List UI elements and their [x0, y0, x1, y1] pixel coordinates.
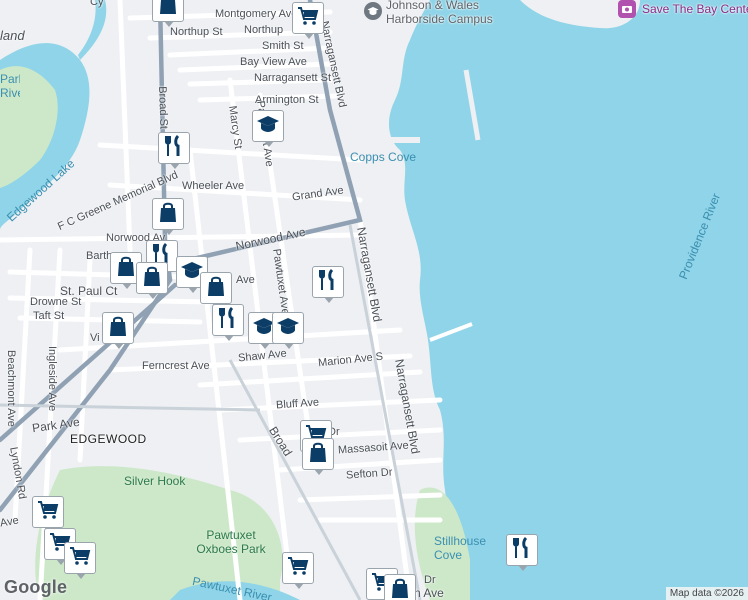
shopping-bag-icon	[156, 200, 180, 229]
map-pin-restaurant[interactable]	[158, 132, 192, 170]
shopping-bag-icon	[388, 576, 412, 600]
shopping-bag-icon	[306, 440, 330, 469]
graduation-cap-icon[interactable]	[364, 2, 382, 20]
map-pin-grocery[interactable]	[282, 552, 316, 590]
map-pin-shopping[interactable]	[152, 198, 186, 236]
shopping-cart-icon	[68, 544, 92, 573]
map-pin-school[interactable]	[272, 312, 306, 350]
shopping-bag-icon	[204, 274, 228, 303]
water-label: Stillhouse Cove	[434, 534, 487, 562]
shopping-cart-icon	[296, 4, 320, 33]
fork-knife-icon	[316, 268, 340, 297]
graduation-cap-icon	[256, 112, 280, 141]
street-label: Wheeler Ave	[182, 180, 245, 192]
street-label: Ave	[236, 274, 255, 286]
map-pin-grocery[interactable]	[292, 2, 326, 40]
shopping-cart-icon	[286, 554, 310, 583]
shopping-bag-icon	[106, 314, 130, 343]
map-pin-shopping[interactable]	[384, 574, 418, 600]
fork-knife-icon	[510, 536, 534, 565]
map-pin-restaurant[interactable]	[312, 266, 346, 304]
street-label: Beachmont Ave	[5, 350, 17, 427]
water-label: Park River	[0, 72, 20, 100]
map-pin-restaurant[interactable]	[506, 534, 540, 572]
street-label: Barth	[86, 250, 113, 262]
street-label: Ingleside Ave	[46, 346, 58, 412]
street-label: Cy	[90, 0, 104, 8]
park-label: Silver Hook	[124, 474, 186, 488]
street-label: Northup	[244, 24, 284, 36]
map-pin-shopping[interactable]	[136, 262, 170, 300]
shopping-cart-icon	[36, 498, 60, 527]
place-label: land	[0, 28, 25, 43]
google-logo: Google	[4, 577, 68, 597]
shopping-bag-icon	[156, 0, 180, 21]
shopping-bag-icon	[114, 254, 138, 283]
map-canvas[interactable]: Cy Montgomery Ave Northup St Northup Smi…	[0, 0, 748, 600]
map-pin-restaurant[interactable]	[212, 304, 246, 342]
map-pin-grocery[interactable]	[64, 542, 98, 580]
map-pin-shopping[interactable]	[302, 438, 336, 476]
park-label: Pawtuxet Oxboes Park	[196, 528, 266, 556]
street-label: Montgomery Ave	[215, 8, 298, 20]
camera-icon[interactable]	[618, 0, 636, 18]
poi-label[interactable]: Johnson & Wales Harborside Campus	[386, 0, 526, 26]
map-pin-school[interactable]	[252, 110, 286, 148]
street-label: Dr	[424, 574, 436, 586]
street-label: Smith St	[262, 40, 304, 52]
street-label: Broad St	[156, 86, 170, 130]
neighborhood-label: EDGEWOOD	[70, 432, 147, 446]
fork-knife-icon	[216, 306, 240, 335]
street-label: Narragansett St	[254, 72, 332, 84]
map-attribution: Map data ©2026	[665, 587, 748, 600]
street-label: Bay View Ave	[240, 56, 307, 68]
street-label: Drowne St	[30, 296, 82, 308]
street-label: n Ave	[414, 586, 444, 600]
shopping-bag-icon	[140, 264, 164, 293]
water-label: Copps Cove	[350, 150, 417, 164]
graduation-cap-icon	[276, 314, 300, 343]
map-pin-shopping[interactable]	[102, 312, 136, 350]
map-pin-shopping[interactable]	[152, 0, 186, 28]
street-label: Ferncrest Ave	[142, 360, 210, 372]
street-label: Taft St	[33, 310, 65, 322]
fork-knife-icon	[162, 134, 186, 163]
street-label: Vi	[90, 332, 100, 344]
poi-label[interactable]: Save The Bay Center	[642, 2, 748, 16]
